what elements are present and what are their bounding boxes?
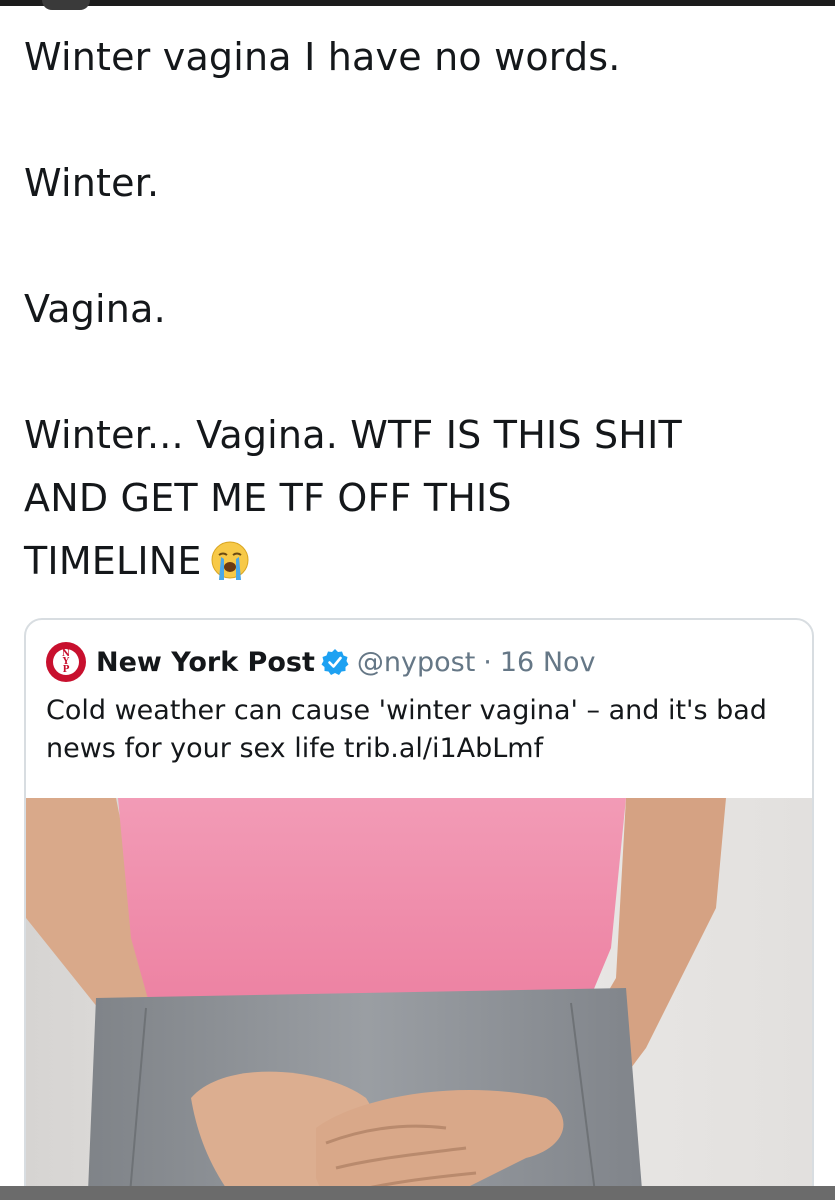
nypost-avatar[interactable]: NYP [46,642,86,682]
loudly-crying-face-icon [211,541,249,580]
quoted-author-handle[interactable]: @nypost [357,647,475,678]
tweet-line-4: Winter... Vagina. WTF IS THIS SHIT AND G… [24,404,814,593]
quoted-tweet-date[interactable]: 16 Nov [500,647,596,678]
header-separator: · [483,646,492,678]
tweet-body: Winter vagina I have no words. Winter. V… [24,26,814,593]
nypost-logo-icon: NYP [53,649,79,675]
profile-avatar-edge[interactable] [42,0,90,10]
tweet-line-3: Vagina. [24,287,166,331]
verified-badge-icon [321,649,349,675]
quoted-author-name[interactable]: New York Post [96,647,315,678]
bottom-edge-bar [0,1186,835,1200]
tweet-line-1: Winter vagina I have no words. [24,35,621,79]
quoted-tweet-image[interactable] [26,798,812,1200]
tweet-line-2: Winter. [24,161,160,205]
quoted-tweet-text: Cold weather can cause 'winter vagina' –… [46,695,767,764]
top-edge-bar [0,0,835,6]
quoted-tweet-card[interactable]: NYP New York Post @nypost · 16 Nov Cold … [24,618,814,1200]
tweet-line-4-text: Winter... Vagina. WTF IS THIS SHIT AND G… [24,413,682,583]
woman-pink-shirt-photo [26,798,812,1200]
screenshot-page: Winter vagina I have no words. Winter. V… [0,0,835,1200]
quoted-tweet-header: NYP New York Post @nypost · 16 Nov [46,642,596,682]
